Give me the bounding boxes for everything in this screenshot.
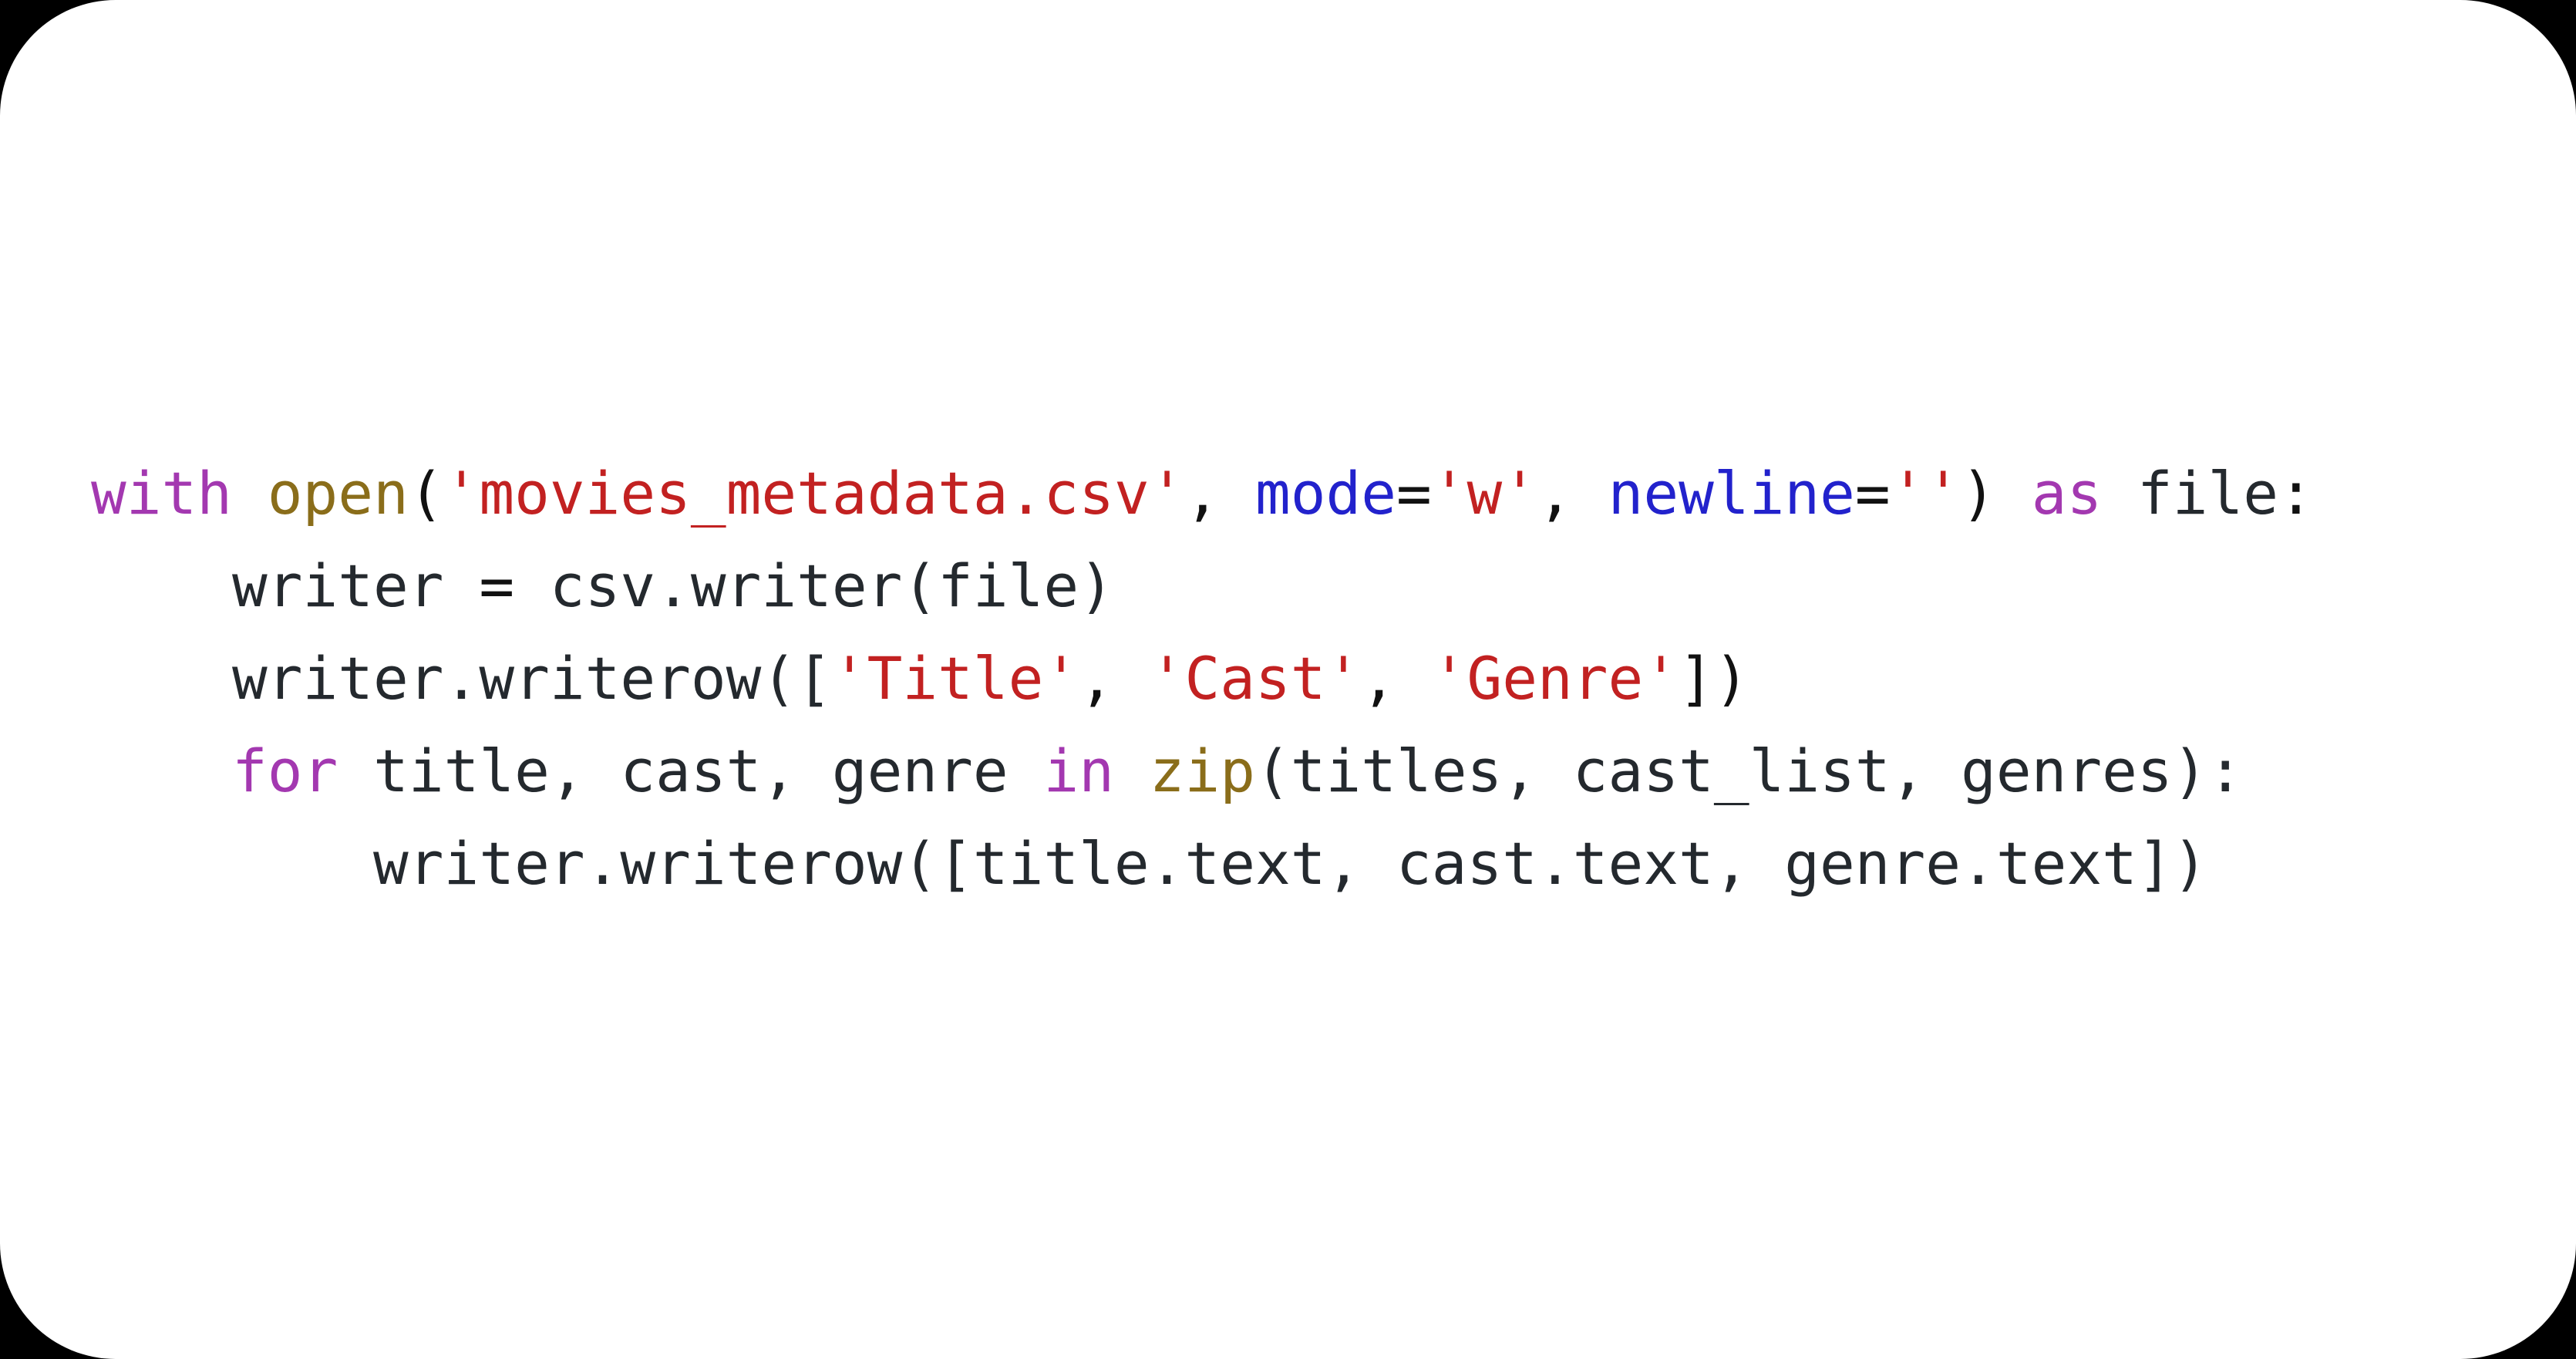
code-token-kwarg: mode xyxy=(1254,459,1397,528)
code-token-builtin: zip xyxy=(1149,737,1255,805)
code-line: writer.writerow(['Title', 'Cast', 'Genre… xyxy=(91,632,2314,725)
code-token-keyword: as xyxy=(2031,459,2103,528)
code-token-string: '' xyxy=(1890,459,1961,528)
code-token-punct: , xyxy=(1537,459,1608,528)
code-line: writer.writerow([title.text, cast.text, … xyxy=(91,818,2314,910)
code-token-punct: , xyxy=(1361,644,1432,713)
code-token-punct: , xyxy=(1184,459,1255,528)
code-token-builtin: open xyxy=(267,459,409,528)
code-token-plain: writer.writerow([ xyxy=(232,644,832,713)
code-token-kwarg: newline xyxy=(1608,459,1855,528)
code-token-op: = xyxy=(1396,459,1432,528)
code-block[interactable]: with open('movies_metadata.csv', mode='w… xyxy=(91,447,2314,910)
code-token-plain: title, cast, genre xyxy=(338,737,1044,805)
code-card: with open('movies_metadata.csv', mode='w… xyxy=(0,0,2576,1359)
code-token-string: 'w' xyxy=(1431,459,1538,528)
code-token-plain: csv.writer(file) xyxy=(514,551,1114,620)
code-token-punct: ]) xyxy=(1679,644,1749,713)
code-token-punct: ( xyxy=(408,459,444,528)
code-token-keyword: in xyxy=(1043,737,1114,805)
code-token-punct: : xyxy=(2278,459,2314,528)
code-token-keyword: for xyxy=(232,737,338,805)
code-token-string: 'Cast' xyxy=(1149,644,1362,713)
code-token-plain: file xyxy=(2137,459,2278,528)
code-token-keyword: with xyxy=(91,459,233,528)
code-token-string: 'Genre' xyxy=(1431,644,1679,713)
code-token-punct: , xyxy=(1079,644,1150,713)
code-token-string: 'Title' xyxy=(831,644,1079,713)
code-token-string: 'movies_metadata.csv' xyxy=(443,459,1185,528)
code-token-plain: (titles, cast_list, genres): xyxy=(1255,737,2244,805)
code-token-op: = xyxy=(479,551,515,620)
code-token-plain: writer xyxy=(232,551,480,620)
code-token-op: = xyxy=(1854,459,1891,528)
code-token-plain: writer.writerow([title.text, cast.text, … xyxy=(373,829,2208,898)
code-line: with open('movies_metadata.csv', mode='w… xyxy=(91,447,2314,540)
code-token-punct: ) xyxy=(1961,459,1996,528)
code-line: for title, cast, genre in zip(titles, ca… xyxy=(91,725,2314,818)
code-line: writer = csv.writer(file) xyxy=(91,540,2314,632)
